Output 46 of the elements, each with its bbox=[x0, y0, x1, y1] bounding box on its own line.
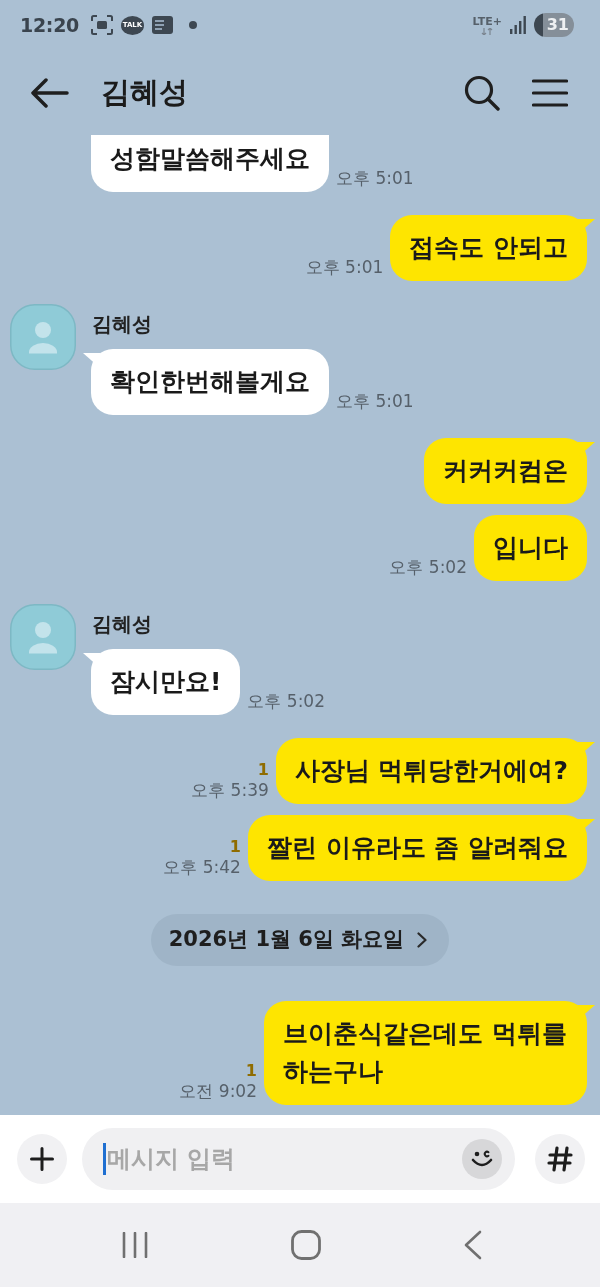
message-bubble: 짤린 이유라도 좀 알려줘요 bbox=[247, 815, 595, 881]
message-bubble: 커커커컴온 bbox=[424, 438, 595, 504]
screenshot-icon bbox=[91, 15, 113, 35]
document-icon bbox=[152, 16, 173, 34]
message-bubble: 잠시만요! bbox=[83, 649, 241, 715]
attach-button[interactable] bbox=[17, 1134, 67, 1184]
message-time: 오후 5:39 bbox=[191, 779, 269, 801]
chat-title: 김혜성 bbox=[101, 73, 188, 111]
hashtag-button[interactable] bbox=[535, 1134, 585, 1184]
smiley-icon bbox=[470, 1149, 494, 1169]
menu-icon[interactable] bbox=[532, 78, 568, 107]
message-input-field[interactable]: 메시지 입력 bbox=[82, 1128, 515, 1190]
message-time: 오전 9:02 bbox=[179, 1080, 257, 1102]
sender-name: 김혜성 bbox=[92, 312, 152, 336]
home-icon[interactable] bbox=[291, 1230, 321, 1260]
message-time: 오후 5:01 bbox=[336, 167, 414, 189]
message-bubble: 확인한번해볼게요 bbox=[83, 349, 329, 415]
message-time: 오후 5:01 bbox=[305, 256, 384, 278]
hash-icon bbox=[547, 1146, 573, 1172]
back-icon[interactable] bbox=[464, 1230, 482, 1260]
text-cursor-icon bbox=[103, 1143, 106, 1175]
chevron-right-icon bbox=[417, 932, 428, 948]
unread-count: 1 bbox=[229, 838, 241, 856]
message-bubble: 성함말씀해주세요 bbox=[91, 135, 329, 192]
sender-name: 김혜성 bbox=[92, 612, 152, 636]
data-arrows-icon bbox=[481, 27, 494, 35]
notification-dot-icon bbox=[189, 21, 197, 29]
plus-icon bbox=[30, 1147, 54, 1171]
clock-time: 12:20 bbox=[20, 12, 79, 38]
search-icon[interactable] bbox=[464, 74, 500, 111]
unread-count: 1 bbox=[245, 1062, 257, 1080]
message-time: 오후 5:02 bbox=[389, 556, 467, 578]
message-time: 오후 5:42 bbox=[163, 856, 241, 878]
signal-icon bbox=[510, 16, 526, 34]
battery-level: 31 bbox=[534, 13, 574, 37]
back-arrow-icon[interactable] bbox=[31, 77, 69, 108]
message-time: 오후 5:01 bbox=[336, 390, 414, 412]
message-bubble: 입니다 bbox=[474, 515, 587, 581]
network-type: LTE+ bbox=[472, 15, 502, 28]
date-divider[interactable]: 2026년 1월 6일 화요일 bbox=[150, 914, 450, 966]
recent-apps-icon[interactable] bbox=[122, 1232, 148, 1258]
message-time: 오후 5:02 bbox=[247, 690, 325, 712]
message-bubble: 브이춘식같은데도 먹튀를 하는구나 bbox=[264, 1001, 595, 1105]
message-bubble: 접속도 안되고 bbox=[390, 215, 595, 281]
message-bubble: 사장님 먹튀당한거에여? bbox=[275, 738, 595, 804]
unread-count: 1 bbox=[257, 761, 269, 779]
